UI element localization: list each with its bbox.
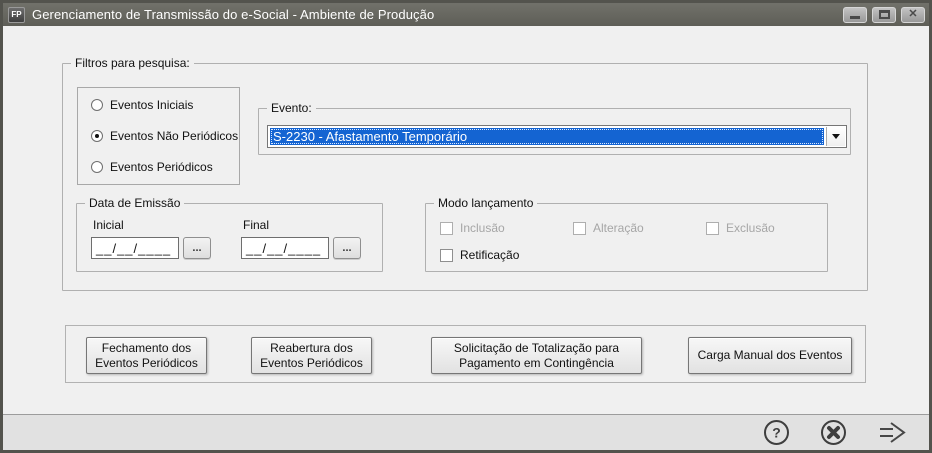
initial-date-input[interactable]: __/__/____ [91,237,179,259]
final-date-browse-button[interactable]: ... [333,237,361,259]
filters-group-label: Filtros para pesquisa: [71,56,194,70]
checkbox-exclusao: Exclusão [706,221,775,235]
cancel-button[interactable] [820,419,847,446]
event-groupbox: Evento: S-2230 - Afastamento Temporário [258,101,851,155]
cancel-icon [821,420,846,445]
checkbox-label: Retificação [460,248,520,262]
action-buttons-panel: Fechamento dos Eventos Periódicos Reaber… [65,325,866,383]
initial-date-label: Inicial [93,218,124,232]
radio-icon [91,161,103,173]
carga-manual-eventos-button[interactable]: Carga Manual dos Eventos [688,337,852,374]
radio-selected-icon [91,130,103,142]
app-icon-label: FP [11,10,22,19]
app-icon: FP [8,6,25,23]
minimize-icon [850,15,860,19]
checkbox-retificacao[interactable]: Retificação [440,248,519,262]
dialog-window: FP Gerenciamento de Transmissão do e-Soc… [0,0,932,453]
window-title: Gerenciamento de Transmissão do e-Social… [32,7,435,22]
event-dropdown-button[interactable] [826,127,845,146]
forward-button[interactable] [877,419,909,446]
event-group-label: Evento: [267,101,316,115]
checkbox-icon [706,221,719,235]
emission-date-group-label: Data de Emissão [85,196,185,210]
window-controls: ✕ [843,6,925,23]
reabertura-eventos-periodicos-button[interactable]: Reabertura dos Eventos Periódicos [251,337,372,374]
checkbox-alteracao: Alteração [573,221,644,235]
help-button[interactable]: ? [763,419,790,446]
event-selected-value: S-2230 - Afastamento Temporário [270,128,824,145]
radio-eventos-nao-periodicos[interactable]: Eventos Não Periódicos [91,129,239,143]
radio-eventos-iniciais[interactable]: Eventos Iniciais [91,98,239,112]
maximize-button[interactable] [872,6,896,23]
radio-label: Eventos Iniciais [110,98,194,112]
event-type-radio-group: Eventos Iniciais Eventos Não Periódicos … [77,87,240,185]
emission-date-groupbox: Data de Emissão Inicial __/__/____ ... F… [76,196,383,272]
checkbox-label: Exclusão [726,221,775,235]
minimize-button[interactable] [843,6,867,23]
footer-bar: ? [3,414,929,450]
checkbox-icon [440,221,453,235]
checkbox-label: Alteração [593,221,644,235]
maximize-icon [878,10,890,19]
solicitacao-totalizacao-button[interactable]: Solicitação de Totalização para Pagament… [431,337,642,374]
radio-label: Eventos Periódicos [110,160,213,174]
checkbox-label: Inclusão [460,221,505,235]
close-button[interactable]: ✕ [901,6,925,23]
titlebar: FP Gerenciamento de Transmissão do e-Soc… [3,3,929,26]
checkbox-icon [573,221,586,235]
radio-eventos-periodicos[interactable]: Eventos Periódicos [91,160,239,174]
initial-date-browse-button[interactable]: ... [183,237,211,259]
checkbox-inclusao: Inclusão [440,221,505,235]
close-icon: ✕ [908,8,918,20]
final-date-label: Final [243,218,270,232]
event-combobox[interactable]: S-2230 - Afastamento Temporário [267,125,847,148]
fechamento-eventos-periodicos-button[interactable]: Fechamento dos Eventos Periódicos [86,337,207,374]
launch-mode-group-label: Modo lançamento [434,196,538,210]
launch-mode-groupbox: Modo lançamento Inclusão Alteração Exclu… [425,196,828,272]
svg-text:?: ? [772,425,781,441]
final-date-input[interactable]: __/__/____ [241,237,329,259]
help-icon: ? [764,420,789,445]
radio-icon [91,99,103,111]
checkbox-icon [440,248,453,262]
forward-arrow-icon [880,422,906,443]
radio-label: Eventos Não Periódicos [110,129,239,143]
chevron-down-icon [832,134,840,139]
